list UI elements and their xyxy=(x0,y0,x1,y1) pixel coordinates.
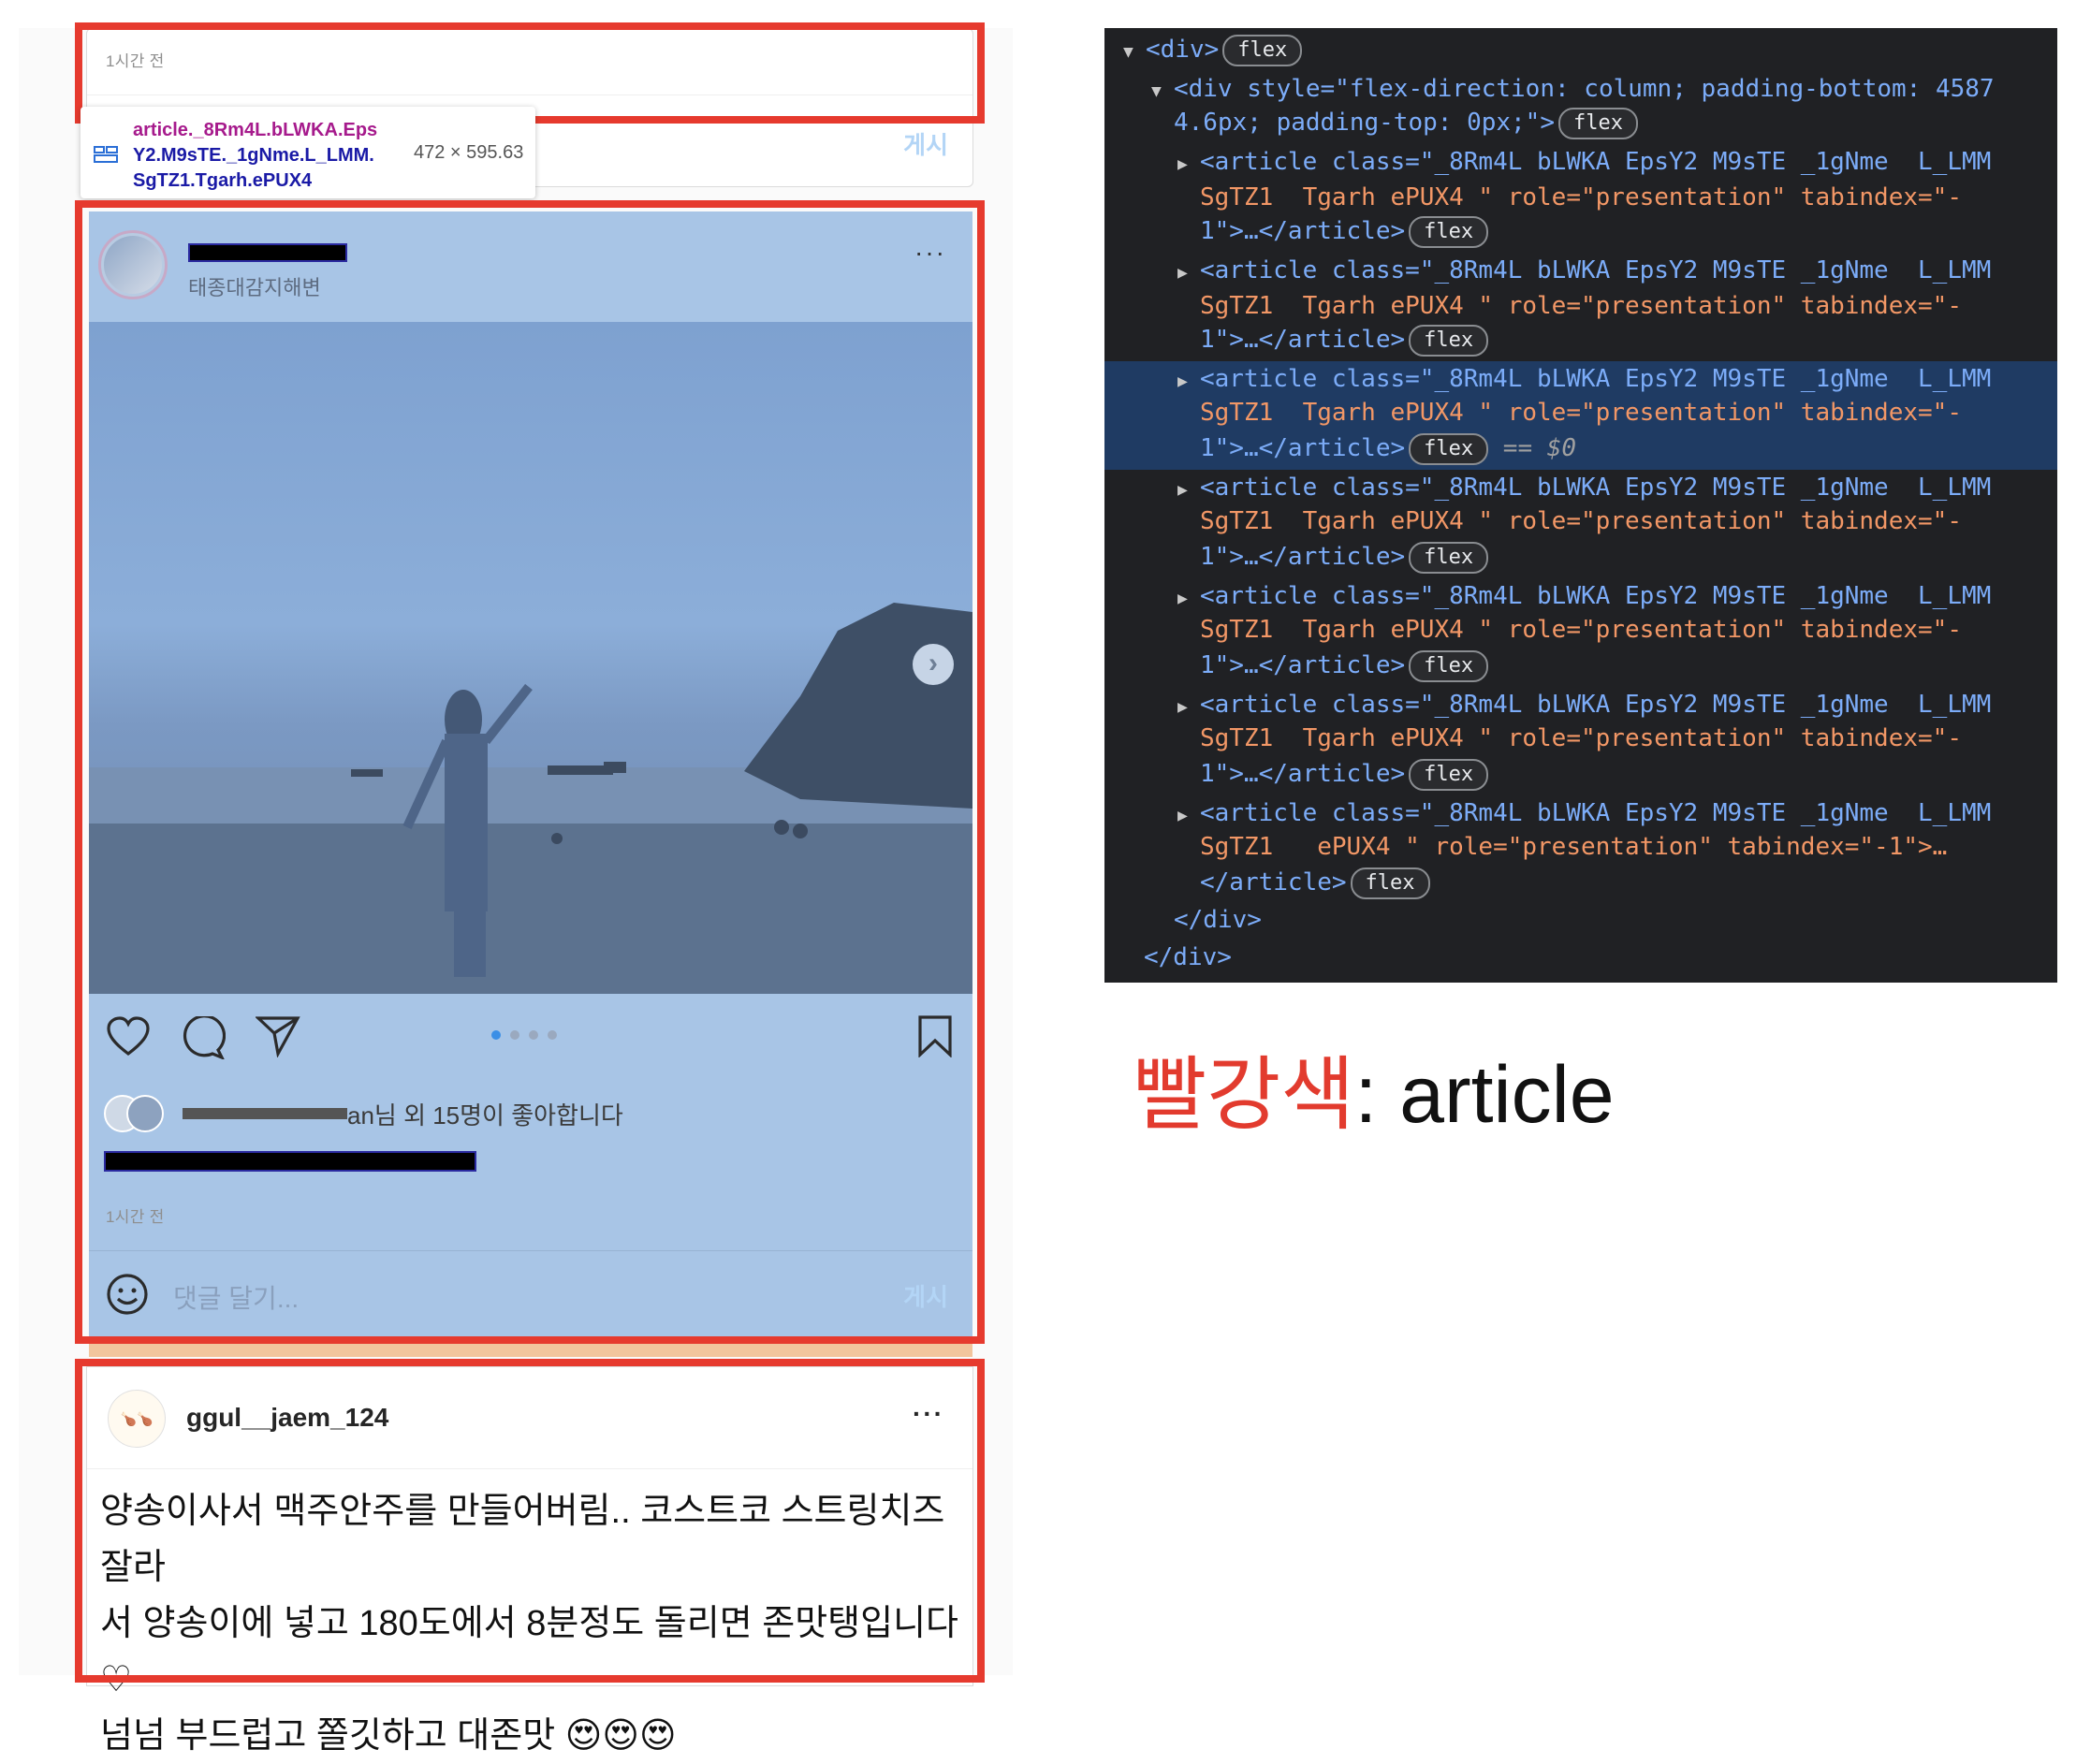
carousel-dot xyxy=(510,1030,519,1040)
post-time[interactable]: 1시간 전 xyxy=(106,1203,165,1227)
dom-node-article[interactable]: ▶ <article class="_8Rm4L bLWKA EpsY2 M9sT… xyxy=(1177,470,2057,505)
carousel-indicator xyxy=(491,1028,566,1044)
carousel-dot xyxy=(548,1030,557,1040)
carousel-dot xyxy=(529,1030,538,1040)
margin-highlight xyxy=(89,1338,972,1357)
divider xyxy=(87,1468,972,1469)
avatar[interactable]: 🍗🍗 xyxy=(108,1390,166,1448)
post-comment-button[interactable]: 게시 xyxy=(903,1278,948,1313)
flex-badge[interactable]: flex xyxy=(1409,215,1489,248)
comment-input[interactable]: 댓글 달기... xyxy=(173,1278,299,1316)
tooltip-selector: article._8Rm4L.bLWKA.Eps Y2.M9sTE._1gNme… xyxy=(133,118,414,194)
likes-count[interactable]: an님 외 15명이 좋아합니다 xyxy=(347,1097,623,1131)
dom-node-inner-div-cont: 4.6px; padding-top: 0px;"> flex xyxy=(1174,105,2057,140)
inspector-tooltip: article._8Rm4L.bLWKA.Eps Y2.M9sTE._1gNme… xyxy=(80,107,535,198)
dom-node-close-root: </div> xyxy=(1144,943,1232,971)
dom-node-article-end: 1">…</article> flex xyxy=(1200,213,2057,249)
dom-node-article-end: 1">…</article> flex xyxy=(1200,648,2057,683)
dom-node-article-end: 1">…</article> flex xyxy=(1200,539,2057,575)
redacted-caption xyxy=(104,1151,476,1172)
selected-node-marker: == $0 xyxy=(1502,434,1577,462)
dom-node-root-div[interactable]: ▼ <div> flex xyxy=(1123,32,2057,67)
carousel-next-icon[interactable]: › xyxy=(913,644,954,685)
post-photo[interactable]: › xyxy=(89,322,972,994)
more-options-icon[interactable]: ··· xyxy=(913,1399,944,1429)
flex-badge[interactable]: flex xyxy=(1350,867,1430,899)
beach-photo xyxy=(89,603,972,994)
legend-caption: 빨강색: article xyxy=(1133,1048,1615,1142)
post-card-2-highlighted[interactable]: 태종대감지해변 ··· › an님 외 15명이 좋아합니다 1시간 전 댓글 … xyxy=(89,211,972,1338)
post-card-3[interactable]: 🍗🍗 ggul__jaem_124 ··· 양송이사서 맥주안주를 만들어버림.… xyxy=(86,1366,973,1756)
flex-badge[interactable]: flex xyxy=(1558,107,1638,139)
grid-icon xyxy=(94,146,118,163)
flex-badge[interactable]: flex xyxy=(1409,649,1489,682)
dom-node-article-cont: SgTZ1 Tgarh ePUX4 " role="presentation" … xyxy=(1200,292,1962,320)
bookmark-icon[interactable] xyxy=(916,1014,954,1057)
caption-line: 서 양송이에 넣고 180도에서 8분정도 돌리면 존맛탱입니다♡ xyxy=(100,1604,959,1699)
dom-node-article-end: 1">…</article> flex xyxy=(1200,322,2057,357)
dom-node-article-cont: SgTZ1 ePUX4 " role="presentation" tabind… xyxy=(1200,833,1948,861)
devtools-elements-panel: ▼ <div> flex ▼ <div style="flex-direction: … xyxy=(1104,28,2057,983)
post-comment-button[interactable]: 게시 xyxy=(903,126,948,161)
dom-node-article[interactable]: ▶ <article class="_8Rm4L bLWKA EpsY2 M9sT… xyxy=(1177,687,2057,722)
dom-node-article[interactable]: ▶ <article class="_8Rm4L bLWKA EpsY2 M9sT… xyxy=(1177,795,2057,831)
heart-icon[interactable] xyxy=(106,1016,151,1057)
dom-node-article-end: 1">…</article> flex == $0 xyxy=(1200,430,2057,466)
dom-node-article-end: </article> flex xyxy=(1200,865,2057,900)
flex-badge[interactable]: flex xyxy=(1409,541,1489,574)
caption-line: 넘넘 부드럽고 쫄깃하고 대존맛 xyxy=(100,1716,556,1756)
selector-line: article._8Rm4L.bLWKA.Eps xyxy=(133,120,378,140)
dom-node-article-cont: SgTZ1 Tgarh ePUX4 " role="presentation" … xyxy=(1200,183,1962,211)
post-time: 1시간 전 xyxy=(106,52,165,70)
legend-color-word: 빨강색 xyxy=(1133,1050,1355,1140)
post-header: 태종대감지해변 ··· xyxy=(89,211,972,322)
post-caption: 양송이사서 맥주안주를 만들어버림.. 코스트코 스트링치즈 잘라 서 양송이에… xyxy=(100,1483,980,1764)
more-options-icon[interactable]: ··· xyxy=(914,238,946,268)
legend-text: : article xyxy=(1354,1050,1615,1140)
redacted-username xyxy=(183,1108,347,1119)
redacted-username xyxy=(188,243,347,262)
username[interactable]: ggul__jaem_124 xyxy=(186,1403,388,1433)
dom-node-inner-div[interactable]: ▼ <div style="flex-direction: column; pad… xyxy=(1151,71,2057,107)
flex-badge[interactable]: flex xyxy=(1409,758,1489,791)
dom-node-article[interactable]: ▶ <article class="_8Rm4L bLWKA EpsY2 M9sT… xyxy=(1177,144,2057,180)
flex-badge[interactable]: flex xyxy=(1222,34,1303,66)
selector-line: SgTZ1.Tgarh.ePUX4 xyxy=(133,170,313,191)
flex-badge[interactable]: flex xyxy=(1409,432,1489,465)
share-icon[interactable] xyxy=(256,1014,300,1057)
heart-eyes-emoji: 😍😍😍 xyxy=(564,1716,677,1756)
dom-node-article-cont: SgTZ1 Tgarh ePUX4 " role="presentation" … xyxy=(1200,724,1962,752)
tooltip-dimensions: 472 × 595.63 xyxy=(414,142,524,163)
comment-icon[interactable] xyxy=(181,1016,226,1059)
dom-node-article-cont: SgTZ1 Tgarh ePUX4 " role="presentation" … xyxy=(1200,507,1962,535)
dom-node-article-cont: SgTZ1 Tgarh ePUX4 " role="presentation" … xyxy=(1200,399,1962,427)
dom-node-article-selected[interactable]: ▶ <article class="_8Rm4L bLWKA EpsY2 M9sT… xyxy=(1177,361,2057,397)
dom-node-article[interactable]: ▶ <article class="_8Rm4L bLWKA EpsY2 M9sT… xyxy=(1177,578,2057,614)
avatar[interactable] xyxy=(98,230,168,299)
dom-node-article-cont: SgTZ1 Tgarh ePUX4 " role="presentation" … xyxy=(1200,616,1962,644)
dom-node-article-end: 1">…</article> flex xyxy=(1200,756,2057,792)
dom-node-article[interactable]: ▶ <article class="_8Rm4L bLWKA EpsY2 M9sT… xyxy=(1177,253,2057,288)
selector-line: Y2.M9sTE._1gNme.L_LMM. xyxy=(133,145,374,166)
carousel-dot xyxy=(491,1030,501,1040)
post-location[interactable]: 태종대감지해변 xyxy=(188,271,321,301)
flex-badge[interactable]: flex xyxy=(1409,324,1489,357)
caption-line: 양송이사서 맥주안주를 만들어버림.. 코스트코 스트링치즈 잘라 xyxy=(100,1492,945,1587)
emoji-icon[interactable] xyxy=(106,1273,149,1316)
dom-node-close-inner: </div> xyxy=(1174,906,1262,934)
liker-avatar xyxy=(126,1095,164,1132)
divider xyxy=(89,1250,972,1251)
